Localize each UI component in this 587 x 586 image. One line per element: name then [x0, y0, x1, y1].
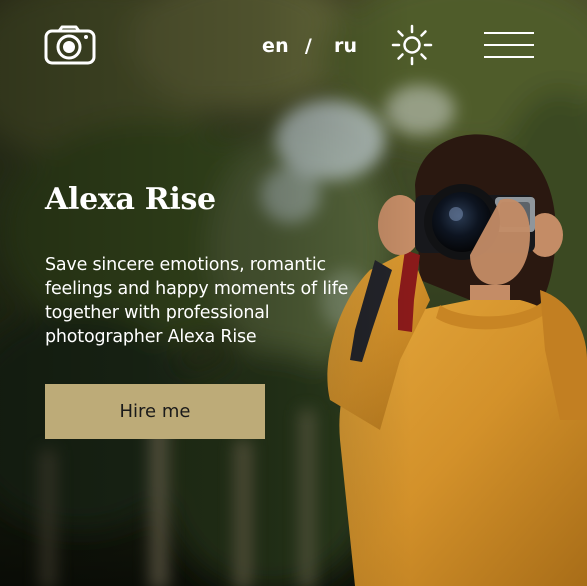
- camera-icon[interactable]: [44, 25, 96, 65]
- hamburger-menu-icon[interactable]: [482, 28, 536, 62]
- hero-description: Save sincere emotions, romantic feelings…: [45, 255, 349, 347]
- menu-line: [484, 32, 534, 34]
- hero-section: en / ru Alexa Rise Save sincere emotions…: [0, 0, 587, 586]
- language-switcher: en / ru: [262, 32, 357, 60]
- menu-line: [484, 44, 534, 46]
- sun-icon[interactable]: [390, 23, 434, 67]
- hire-me-button[interactable]: Hire me: [45, 384, 265, 439]
- language-en-link[interactable]: en: [262, 35, 289, 57]
- hero-title: Alexa Rise: [45, 182, 216, 217]
- language-separator: /: [304, 35, 312, 57]
- language-ru-link[interactable]: ru: [334, 35, 357, 57]
- menu-line: [484, 56, 534, 58]
